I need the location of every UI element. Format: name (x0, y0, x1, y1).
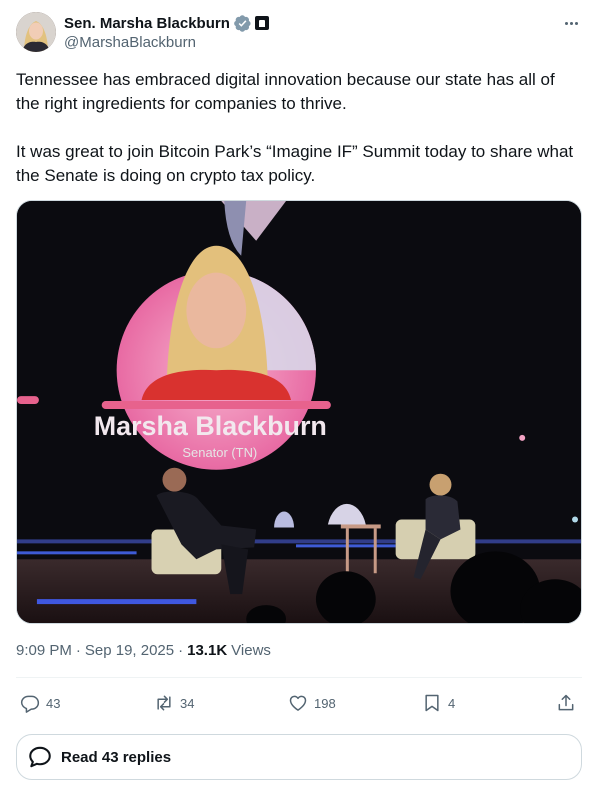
tweet-text: Tennessee has embraced digital innovatio… (16, 70, 574, 185)
tweet-date[interactable]: Sep 19, 2025 (85, 642, 174, 659)
views-label: Views (231, 642, 271, 659)
bookmark-button[interactable]: 4 (422, 688, 455, 718)
tweet-meta: 9:09 PM · Sep 19, 2025 · 13.1K Views (16, 642, 271, 659)
share-icon (558, 694, 574, 711)
like-icon (289, 695, 307, 711)
read-replies-label: Read 43 replies (61, 748, 172, 766)
tweet-photo[interactable]: Marsha Blackburn Senator (TN) (16, 200, 582, 624)
repost-count: 34 (180, 695, 195, 711)
avatar[interactable] (16, 12, 56, 52)
like-button[interactable]: 198 (288, 688, 336, 718)
meta-separator: · (75, 642, 81, 659)
author-handle[interactable]: @MarshaBlackburn (64, 34, 196, 51)
speech-bubble-icon (29, 746, 51, 768)
reply-count: 43 (46, 695, 61, 711)
action-bar: 43 34 198 4 (16, 688, 582, 718)
like-count: 198 (314, 695, 336, 711)
repost-icon (157, 695, 171, 711)
tweet-time[interactable]: 9:09 PM (16, 642, 72, 659)
government-badge-icon (254, 16, 269, 30)
screen-name: Marsha Blackburn (94, 411, 327, 441)
author-name-row: Sen. Marsha Blackburn (64, 13, 269, 33)
share-button[interactable] (556, 688, 576, 718)
more-icon[interactable] (562, 14, 580, 32)
reply-button[interactable]: 43 (20, 688, 60, 718)
divider (16, 677, 582, 678)
screen-title: Senator (TN) (182, 445, 257, 460)
reply-icon (20, 695, 40, 713)
repost-button[interactable]: 34 (154, 688, 194, 718)
bookmark-icon (425, 694, 439, 712)
read-replies-button[interactable]: Read 43 replies (16, 734, 582, 780)
bookmark-count: 4 (448, 695, 456, 711)
tweet-header: Sen. Marsha Blackburn @MarshaBlackburn (16, 12, 582, 54)
author-display-name[interactable]: Sen. Marsha Blackburn (64, 15, 230, 32)
views-count: 13.1K (187, 642, 228, 659)
meta-separator: · (178, 642, 184, 659)
stage-photo: Marsha Blackburn Senator (TN) (17, 201, 581, 623)
verified-badge-icon[interactable] (234, 14, 251, 32)
